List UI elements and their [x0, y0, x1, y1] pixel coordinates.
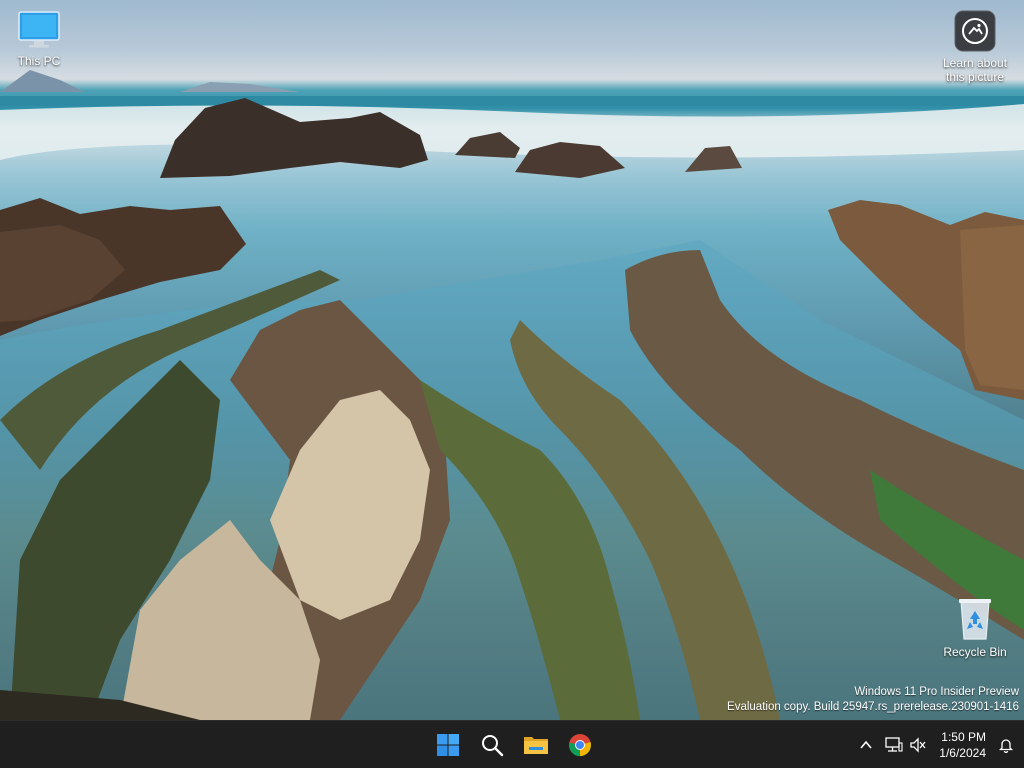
chrome-icon — [568, 734, 592, 757]
clock[interactable]: 1:50 PM 1/6/2024 — [933, 729, 992, 761]
volume-muted-icon — [910, 737, 926, 753]
chevron-up-icon — [860, 740, 872, 749]
recycle-bin-label: Recycle Bin — [943, 645, 1007, 659]
search-icon — [482, 735, 504, 757]
chrome-button[interactable] — [560, 725, 600, 765]
windows-start-icon — [437, 734, 459, 756]
system-tray: 1:50 PM 1/6/2024 — [853, 721, 1024, 769]
bell-icon — [998, 739, 1014, 753]
taskbar-pinned-apps — [428, 725, 600, 765]
evaluation-watermark: Windows 11 Pro Insider Preview Evaluatio… — [727, 685, 1019, 715]
show-hidden-icons-button[interactable] — [853, 725, 879, 765]
taskbar: 1:50 PM 1/6/2024 — [0, 720, 1024, 768]
network-icon — [885, 737, 903, 752]
monitor-icon — [18, 11, 60, 48]
clock-date: 1/6/2024 — [939, 746, 986, 760]
search-button[interactable] — [472, 725, 512, 765]
camera-icon — [954, 10, 996, 52]
file-explorer-button[interactable] — [516, 725, 556, 765]
learn-about-picture-label: Learn about this picture — [942, 56, 1008, 84]
desktop[interactable]: This PC Learn about this picture Recycle… — [0, 0, 1024, 720]
file-explorer-icon — [524, 737, 548, 754]
recycle-bin-icon — [959, 599, 991, 640]
learn-about-picture-desktop-icon[interactable]: Learn about this picture — [937, 10, 1013, 84]
recycle-bin-desktop-icon[interactable]: Recycle Bin — [937, 597, 1013, 659]
this-pc-label: This PC — [17, 54, 61, 68]
this-pc-desktop-icon[interactable]: This PC — [1, 10, 77, 68]
wallpaper — [0, 70, 1024, 720]
start-button[interactable] — [428, 725, 468, 765]
network-volume-button[interactable] — [879, 725, 933, 765]
watermark-line1: Windows 11 Pro Insider Preview — [854, 686, 1019, 698]
watermark-line2: Evaluation copy. Build 25947.rs_prerelea… — [727, 701, 1019, 713]
notifications-button[interactable] — [992, 725, 1024, 765]
clock-time: 1:50 PM — [941, 730, 986, 744]
